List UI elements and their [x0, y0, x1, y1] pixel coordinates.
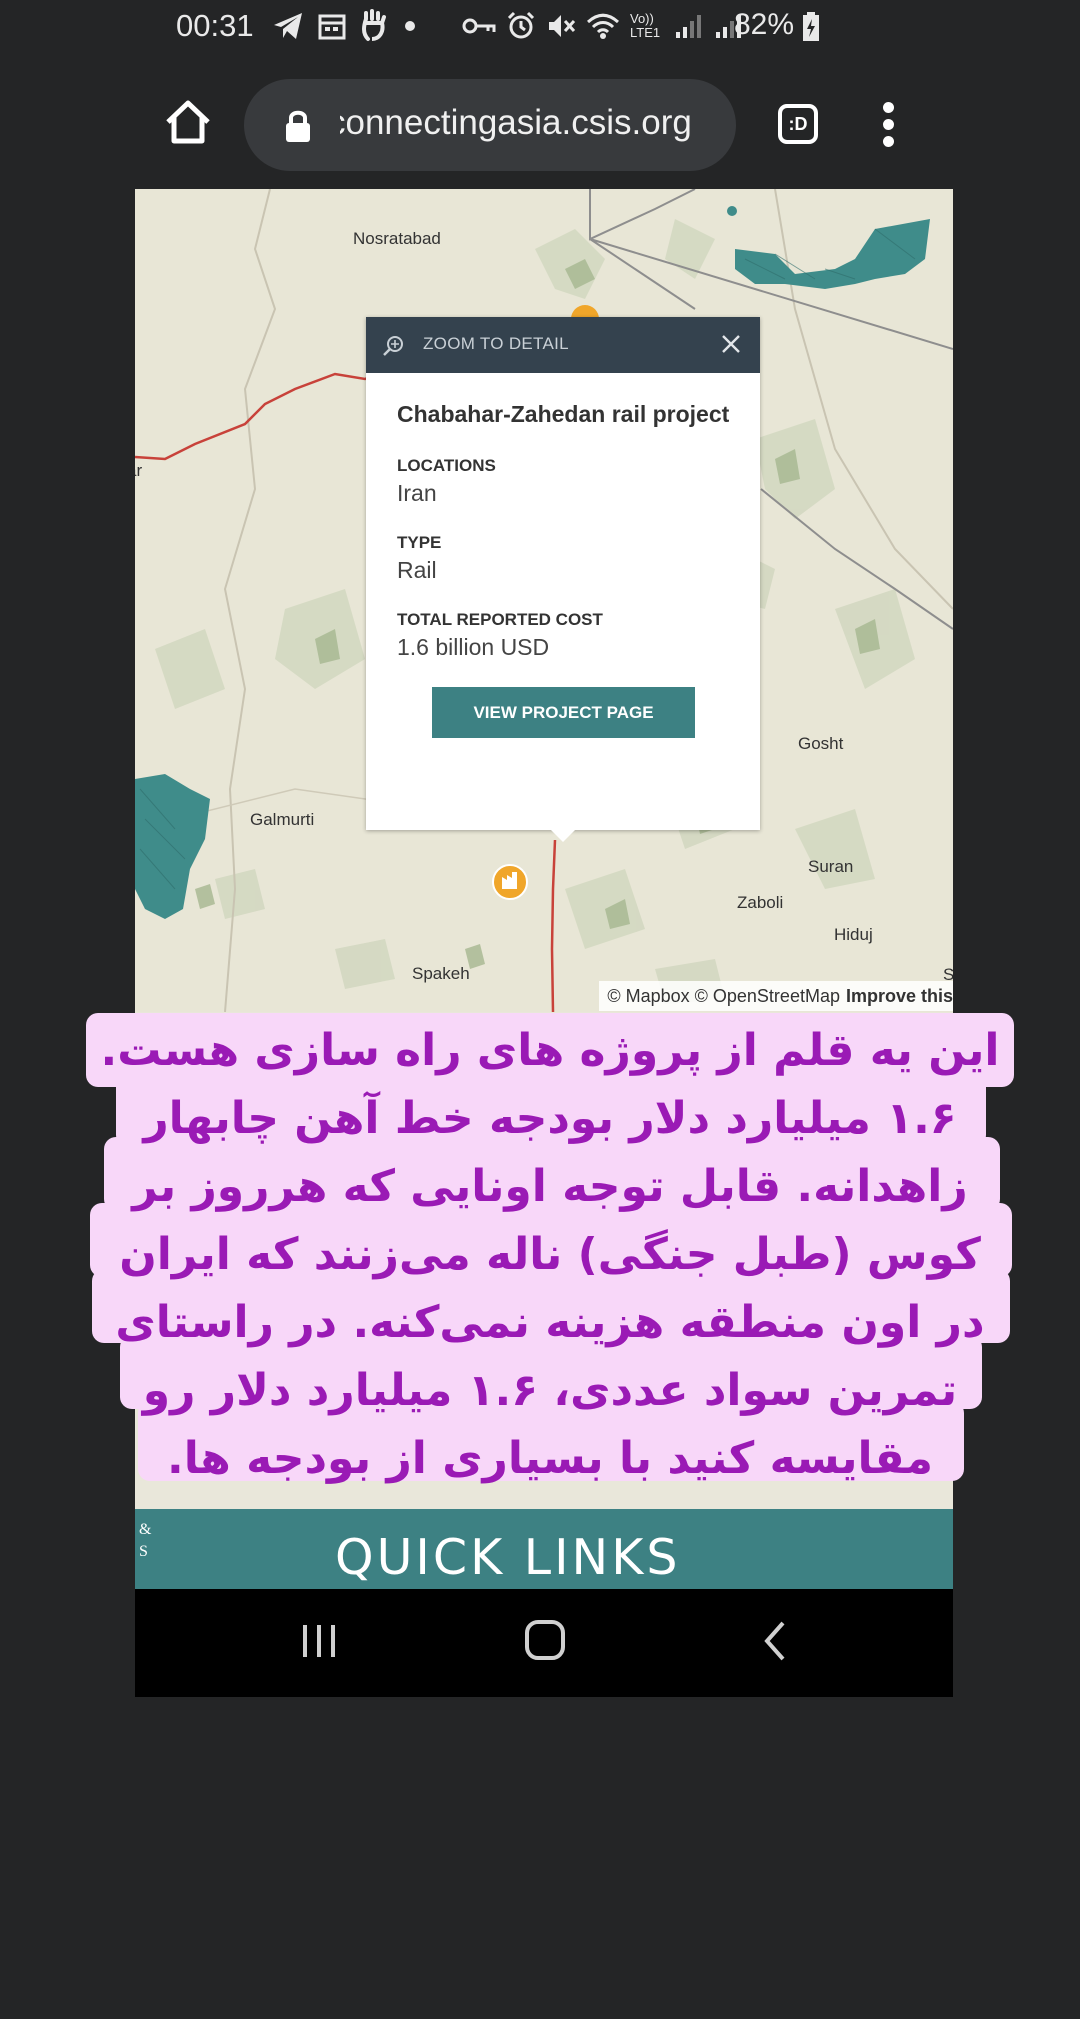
battery-level: 82% — [734, 8, 795, 41]
home-nav-icon[interactable] — [524, 1619, 566, 1661]
caption-line: تمرین سواد عددی، ۱.۶ میلیارد دلار رو — [142, 1365, 958, 1416]
caption-line: کوس (طبل جنگی) ناله می‌زنند که ایران — [119, 1229, 981, 1280]
quick-links-side-text: & S — [139, 1521, 152, 1560]
place-label: Nosratabad — [353, 229, 441, 248]
attribution-text: © Mapbox © OpenStreetMap — [607, 986, 840, 1006]
caption-line: این یه قلم از پروژه های راه سازی هست. — [100, 1025, 1000, 1076]
close-icon[interactable] — [720, 333, 742, 355]
system-icons: Vo)) LTE1 — [462, 8, 744, 44]
url-text: connectingasia.csis.org — [328, 103, 692, 142]
place-label: Hiduj — [834, 925, 873, 944]
dot-icon — [405, 21, 415, 31]
status-bar: 00:31 Vo)) LTE1 82% — [0, 0, 1080, 52]
cost-label: TOTAL REPORTED COST — [397, 610, 603, 629]
cost-value: 1.6 billion USD — [397, 634, 550, 660]
back-icon[interactable] — [761, 1619, 791, 1663]
caption-overlay: این یه قلم از پروژه های راه سازی هست. ۱.… — [86, 1013, 1014, 1523]
network-label: Vo)) LTE1 — [630, 11, 661, 40]
project-title: Chabahar-Zahedan rail project — [397, 401, 730, 427]
key-icon — [462, 18, 496, 34]
popup-body: Chabahar-Zahedan rail project LOCATIONS … — [366, 373, 760, 738]
caption-line: زاهدانه. قابل توجه اونایی که هرروز بر — [132, 1161, 968, 1212]
gesture-icon — [362, 9, 386, 41]
browser-toolbar: connectingasia.csis.org :D — [0, 66, 1080, 186]
place-label: Zaboli — [737, 893, 784, 912]
locations-label: LOCATIONS — [397, 456, 496, 475]
map[interactable]: Nosratabad Gosht Galmurti Suran Zaboli H… — [135, 189, 953, 1012]
signal-icon-1 — [676, 15, 701, 38]
popup-pointer — [550, 829, 576, 842]
wifi-icon — [586, 13, 620, 39]
notification-icons — [272, 8, 418, 44]
lock-icon — [286, 110, 310, 142]
locations-value: Iran — [397, 480, 437, 506]
calendar-icon — [318, 14, 346, 40]
project-popup: ZOOM TO DETAIL Chabahar-Zahedan rail pro… — [366, 317, 760, 842]
home-icon[interactable] — [164, 98, 212, 146]
battery-icon — [803, 12, 819, 41]
place-label: Suran — [808, 857, 854, 876]
recent-apps-icon[interactable] — [299, 1621, 339, 1661]
project-marker-icon — [492, 864, 528, 900]
mute-icon — [549, 15, 576, 37]
clock: 00:31 — [176, 8, 254, 43]
place-label: Spakeh — [412, 964, 470, 983]
place-label: Galmurti — [250, 810, 315, 829]
caption-line: ۱.۶ میلیارد دلار بودجه خط آهن چابهار — [143, 1093, 957, 1144]
zoom-to-detail-link[interactable]: ZOOM TO DETAIL — [423, 334, 569, 354]
zoom-in-icon[interactable] — [382, 335, 404, 357]
android-nav-bar — [135, 1589, 953, 1697]
place-label: Gosht — [798, 734, 844, 753]
overflow-menu-icon[interactable] — [876, 102, 900, 150]
view-project-page-button[interactable]: VIEW PROJECT PAGE — [432, 687, 695, 738]
alarm-icon — [507, 11, 535, 39]
address-bar[interactable]: connectingasia.csis.org — [244, 79, 736, 171]
popup-header: ZOOM TO DETAIL — [366, 317, 760, 373]
tab-switcher-button[interactable]: :D — [778, 104, 818, 144]
type-label: TYPE — [397, 533, 442, 552]
map-attribution: © Mapbox © OpenStreetMap Improve this — [599, 981, 953, 1011]
place-label: ar — [135, 461, 143, 480]
caption-line: مقایسه کنید با بسیاری از بودجه ها. — [167, 1433, 933, 1484]
type-value: Rail — [397, 557, 437, 583]
telegram-icon — [274, 13, 302, 39]
quick-links-label: QUICK LINKS — [335, 1529, 681, 1586]
caption-text: این یه قلم از پروژه های راه سازی هست. ۱.… — [86, 1017, 1014, 1493]
improve-map-link[interactable]: Improve this — [846, 986, 953, 1006]
caption-line: در اون منطقه هزینه نمی‌کنه. در راستای — [115, 1297, 985, 1348]
